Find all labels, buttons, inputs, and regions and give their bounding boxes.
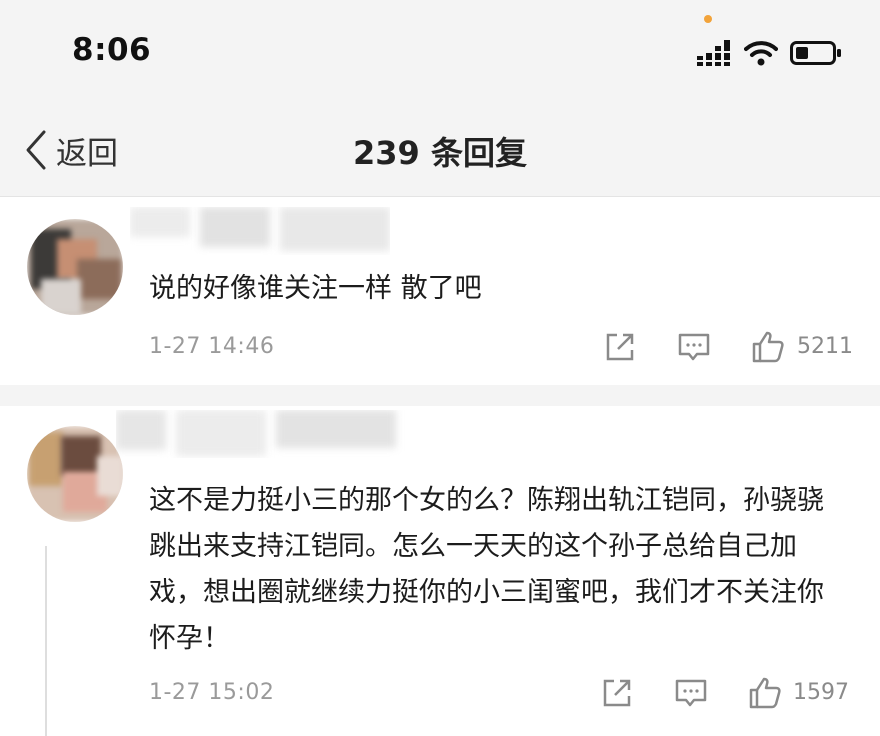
comment-icon[interactable] bbox=[677, 330, 711, 364]
divider bbox=[0, 385, 880, 406]
username[interactable] bbox=[130, 207, 390, 255]
comment-meta: 1-27 14:46 5211 bbox=[0, 330, 880, 370]
wifi-icon bbox=[744, 41, 778, 66]
comment-text: 说的好像谁关注一样 散了吧 bbox=[149, 273, 482, 304]
thumbs-up-icon[interactable] bbox=[751, 330, 785, 364]
comment-timestamp: 1-27 14:46 bbox=[149, 334, 275, 359]
comment-text: 这不是力挺小三的那个女的么？陈翔出轨江铠同，孙骁骁跳出来支持江铠同。怎么一天天的… bbox=[149, 485, 824, 654]
like-count: 1597 bbox=[793, 680, 849, 705]
comment-timestamp: 1-27 15:02 bbox=[149, 680, 275, 705]
avatar[interactable] bbox=[27, 426, 123, 522]
avatar[interactable] bbox=[27, 219, 123, 315]
status-time: 8:06 bbox=[72, 32, 152, 68]
nav-bar: 返回 239 条回复 bbox=[0, 100, 880, 197]
signal-icon bbox=[697, 40, 730, 66]
comment-item: 说的好像谁关注一样 散了吧 1-27 14:46 5211 bbox=[0, 197, 880, 385]
share-icon[interactable] bbox=[600, 676, 634, 710]
comment-meta: 1-27 15:02 1597 bbox=[0, 676, 880, 716]
battery-icon bbox=[790, 41, 841, 65]
thumbs-up-icon[interactable] bbox=[748, 676, 782, 710]
username[interactable] bbox=[116, 410, 416, 458]
share-icon[interactable] bbox=[603, 330, 637, 364]
status-bar: 8:06 bbox=[0, 0, 880, 100]
privacy-indicator-dot bbox=[704, 15, 712, 23]
like-count: 5211 bbox=[797, 334, 853, 359]
comment-icon[interactable] bbox=[674, 676, 708, 710]
comment-item: 这不是力挺小三的那个女的么？陈翔出轨江铠同，孙骁骁跳出来支持江铠同。怎么一天天的… bbox=[0, 406, 880, 736]
page-title: 239 条回复 bbox=[353, 134, 527, 172]
